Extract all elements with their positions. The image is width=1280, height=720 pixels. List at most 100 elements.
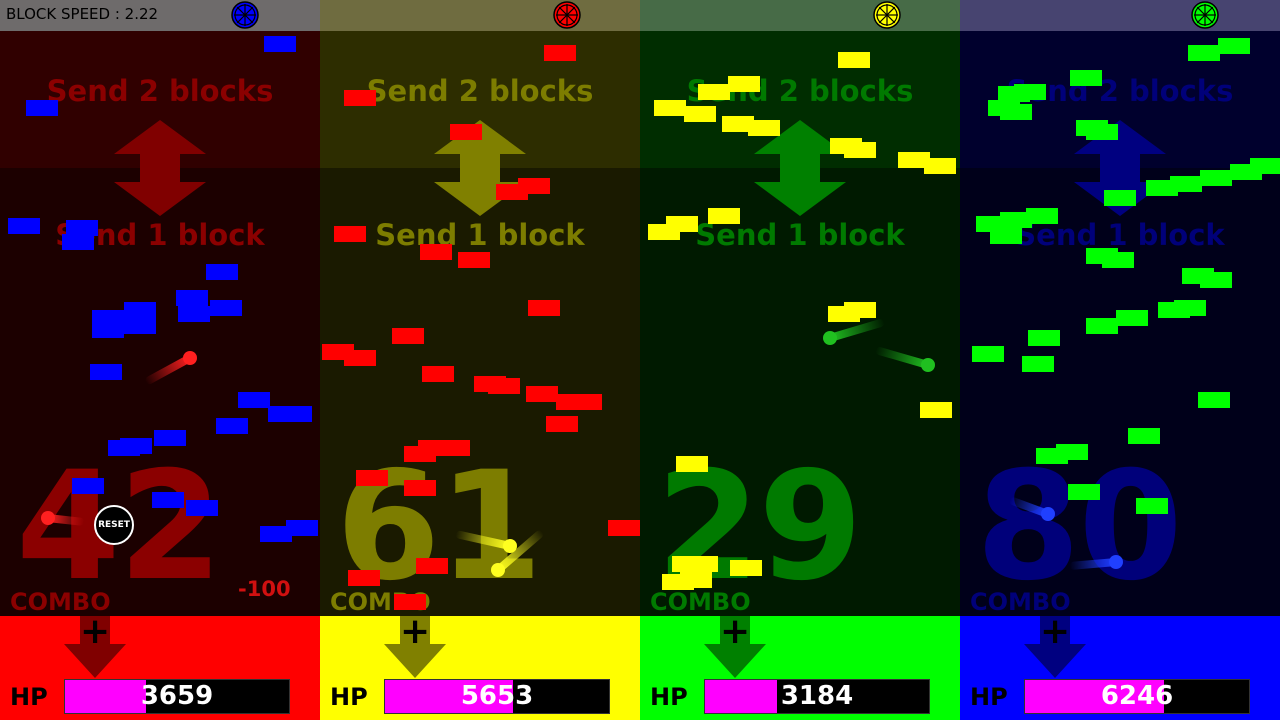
ball [183,351,197,365]
hp-label: HP [970,683,1008,711]
player-panel-2: Send 2 blocks Send 1 block 61 COMBO + HP 5653 [320,0,640,720]
falling-block [1200,170,1232,186]
falling-block [264,36,296,52]
falling-block [356,470,388,486]
player-panel-1: Send 2 blocksSend 1 block42COMBO+HP3659-… [0,0,320,720]
plus-icon[interactable]: + [720,614,750,650]
ball [1041,507,1055,521]
falling-block [844,302,876,318]
falling-block [348,570,380,586]
plus-icon[interactable]: + [400,614,430,650]
player-topbar [960,0,1280,31]
hp-label: HP [10,683,48,711]
falling-block [1086,318,1118,334]
plus-icon[interactable]: + [1040,614,1070,650]
falling-block [216,418,248,434]
falling-block [544,45,576,61]
falling-block [416,558,448,574]
hp-bar: 6246 [1024,679,1250,714]
falling-block [186,500,218,516]
falling-block [924,158,956,174]
ball [491,563,505,577]
blueberry-icon [230,0,260,30]
falling-block [748,120,780,136]
falling-block [570,394,602,410]
falling-block [344,350,376,366]
falling-block [154,430,186,446]
falling-block [1000,104,1032,120]
block-speed-label: BLOCK SPEED : 2.22 [6,5,159,23]
falling-block [392,328,424,344]
falling-block [1026,208,1058,224]
penalty-text: -100 [238,577,291,601]
hp-bar: 3659 [64,679,290,714]
falling-block [648,224,680,240]
falling-block [528,300,560,316]
falling-block [684,106,716,122]
falling-block [286,520,318,536]
falling-block [844,142,876,158]
falling-block [238,392,270,408]
falling-block [1170,176,1202,192]
falling-block [450,124,482,140]
falling-block [206,264,238,280]
falling-block [1104,190,1136,206]
hp-value: 3659 [140,681,214,711]
falling-block [90,364,122,380]
falling-block [1136,498,1168,514]
falling-block [1070,70,1102,86]
falling-block [1102,252,1134,268]
falling-block [420,244,452,260]
hp-bar: 5653 [384,679,610,714]
falling-block [1116,310,1148,326]
falling-block [654,100,686,116]
falling-block [1218,38,1250,54]
falling-block [526,386,558,402]
falling-block [838,52,870,68]
player-topbar [640,0,960,31]
falling-block [8,218,40,234]
falling-block [72,478,104,494]
hp-label: HP [330,683,368,711]
falling-block [686,556,718,572]
falling-block [92,322,124,338]
falling-block [458,252,490,268]
ball [1109,555,1123,569]
falling-block [1086,124,1118,140]
lime-icon [1190,0,1220,30]
falling-block [708,208,740,224]
falling-block [344,90,376,106]
lemon-icon [872,0,902,30]
hp-bar: 3184 [704,679,930,714]
falling-block [108,440,140,456]
falling-block [26,100,58,116]
falling-block [1068,484,1100,500]
falling-block [676,456,708,472]
falling-block [608,520,640,536]
player-topbar [320,0,640,31]
falling-block [990,228,1022,244]
falling-block [728,76,760,92]
player-panel-4: Send 2 blocks Send 1 block 80 COMBO + HP 6246 [960,0,1280,720]
falling-block [518,178,550,194]
plus-icon[interactable]: + [80,614,110,650]
falling-block [210,300,242,316]
ball [823,331,837,345]
falling-block [1014,84,1046,100]
falling-block [1198,392,1230,408]
hp-value: 5653 [460,681,534,711]
falling-block [124,302,156,318]
falling-block [438,440,470,456]
reset-button[interactable]: RESET [94,505,134,545]
ball [41,511,55,525]
ball [921,358,935,372]
falling-block [404,480,436,496]
strawberry-icon [552,0,582,30]
falling-block [1056,444,1088,460]
combo-count: 80 [976,440,1183,614]
falling-block [1200,272,1232,288]
falling-block [972,346,1004,362]
falling-block [124,318,156,334]
send-two-label: Send 2 blocks [686,74,914,108]
falling-block [1128,428,1160,444]
